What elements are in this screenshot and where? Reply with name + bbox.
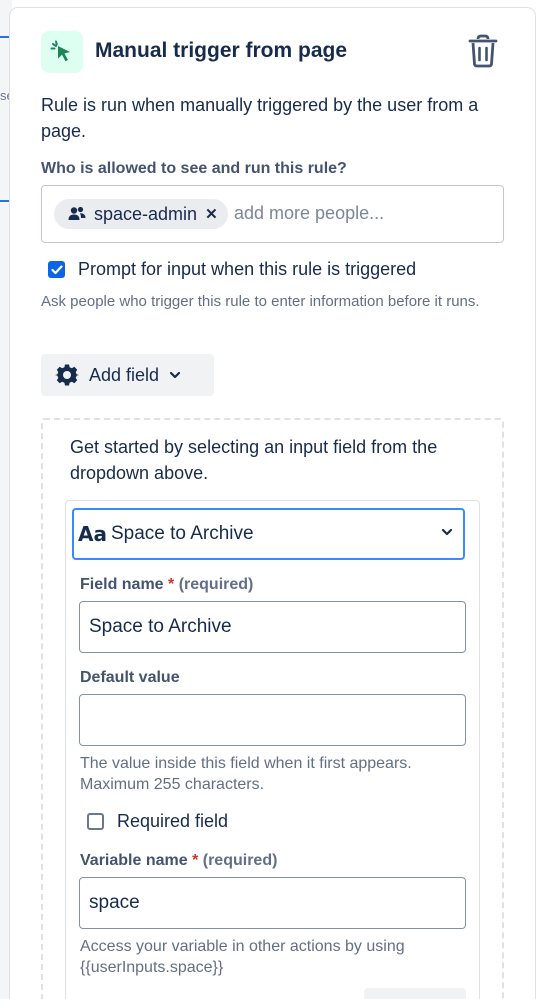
permissions-label: Who is allowed to see and run this rule? bbox=[41, 160, 347, 177]
field-type-label: Space to Archive bbox=[110, 523, 254, 544]
field-type-select[interactable]: Aa Space to Archive bbox=[72, 508, 465, 560]
trash-icon[interactable] bbox=[467, 34, 499, 68]
prompt-input-checkbox[interactable] bbox=[48, 261, 65, 278]
input-fields-intro: Get started by selecting an input field … bbox=[70, 437, 438, 483]
variable-name-label: Variable name * (required) bbox=[80, 852, 278, 869]
required-field-checkbox[interactable] bbox=[87, 813, 104, 830]
chevron-down-icon bbox=[169, 371, 181, 379]
partial-button[interactable] bbox=[364, 988, 466, 999]
prompt-helper-text: Ask people who trigger this rule to ente… bbox=[41, 293, 480, 310]
user-chip[interactable]: space-admin ✕ bbox=[54, 199, 228, 229]
checkmark-icon bbox=[50, 264, 63, 274]
variable-name-helper: Access your variable in other actions by… bbox=[80, 938, 405, 976]
trigger-description: Rule is run when manually triggered by t… bbox=[41, 95, 479, 141]
add-field-button[interactable]: Add field bbox=[41, 354, 214, 396]
add-field-label: Add field bbox=[89, 364, 160, 385]
prompt-input-label[interactable]: Prompt for input when this rule is trigg… bbox=[78, 259, 416, 280]
people-picker-input[interactable]: space-admin ✕ add more people... bbox=[41, 185, 504, 243]
variable-name-input[interactable]: space bbox=[79, 877, 466, 929]
default-value-label: Default value bbox=[80, 669, 180, 686]
cursor-click-icon bbox=[50, 40, 70, 62]
people-icon bbox=[68, 206, 86, 220]
field-name-input[interactable]: Space to Archive bbox=[79, 601, 466, 653]
field-name-label: Field name * (required) bbox=[80, 576, 254, 593]
chevron-down-icon bbox=[441, 528, 453, 536]
user-chip-label: space-admin bbox=[94, 203, 198, 224]
text-type-icon: Aa bbox=[78, 522, 107, 546]
required-field-label[interactable]: Required field bbox=[117, 811, 228, 832]
close-icon[interactable]: ✕ bbox=[205, 205, 218, 223]
gear-icon bbox=[55, 364, 79, 386]
default-value-helper: The value inside this field when it firs… bbox=[80, 755, 412, 793]
trigger-icon-badge bbox=[41, 31, 83, 73]
people-picker-placeholder: add more people... bbox=[234, 203, 385, 223]
default-value-input[interactable] bbox=[79, 694, 466, 746]
trigger-title: Manual trigger from page bbox=[95, 39, 348, 62]
